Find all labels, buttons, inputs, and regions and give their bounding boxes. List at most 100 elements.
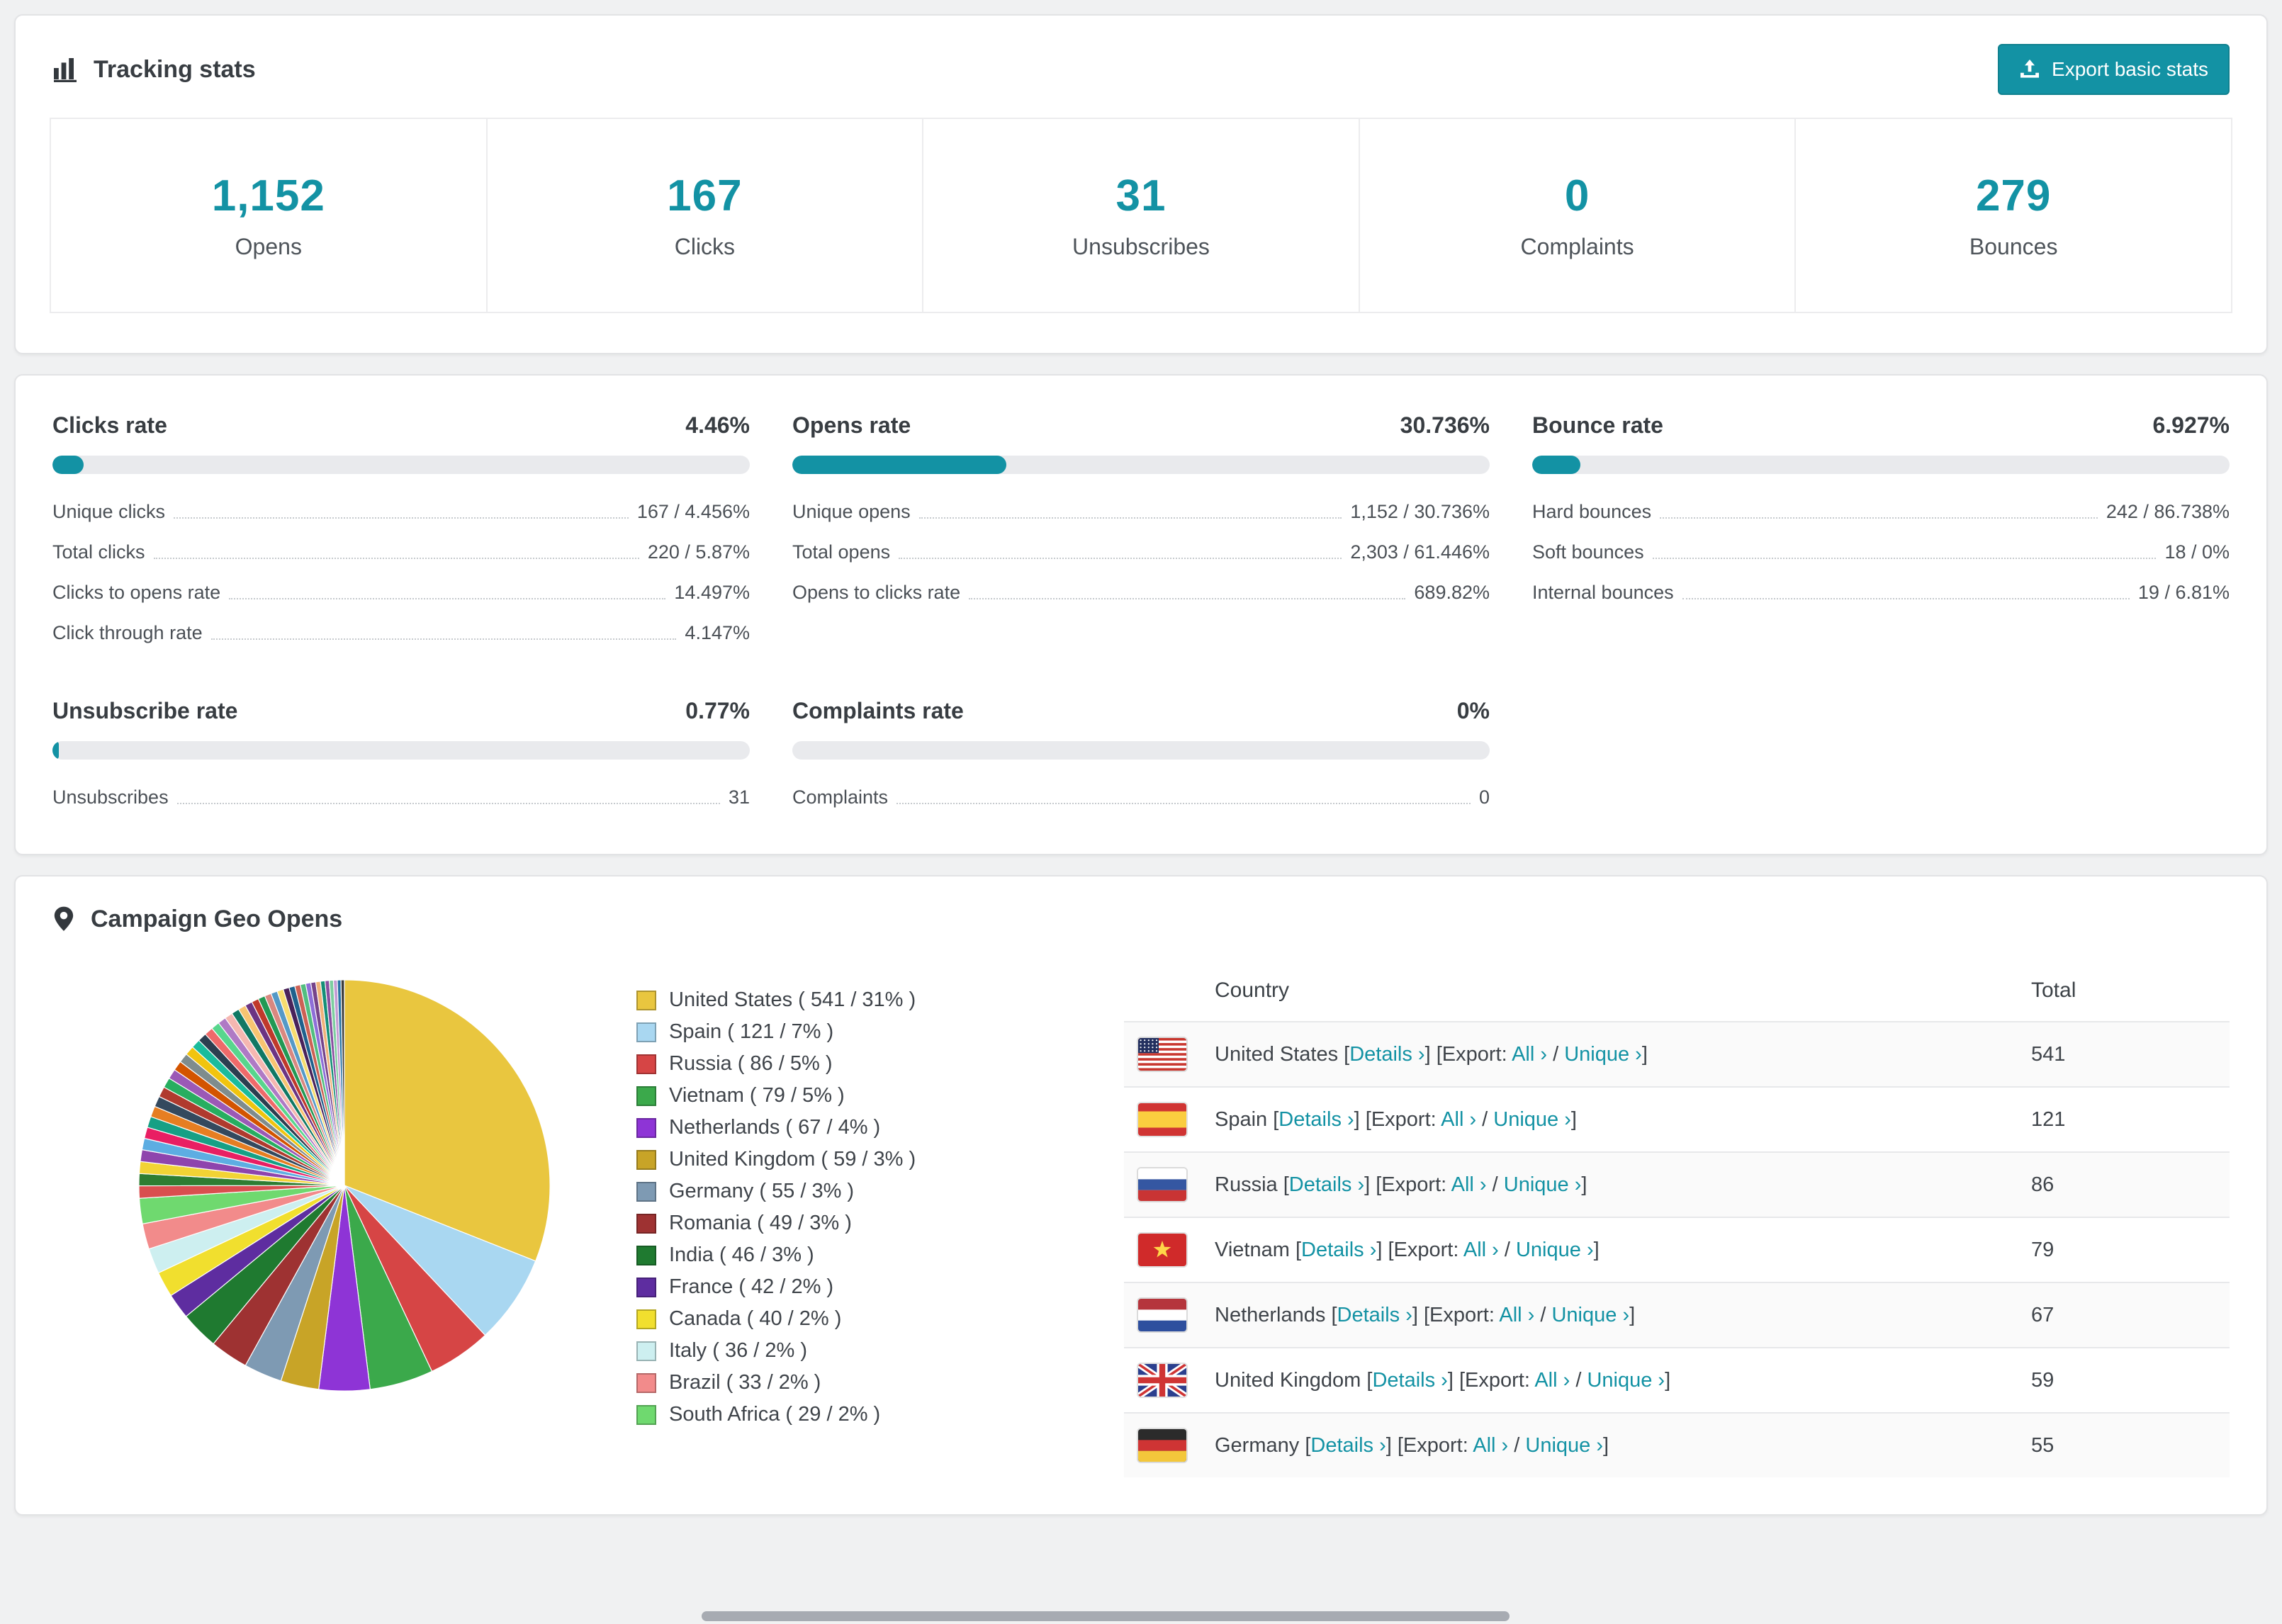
tracking-stats-title: Tracking stats [52, 56, 256, 84]
details-link[interactable]: Details › [1310, 1434, 1386, 1457]
bracket: ] [1570, 1107, 1577, 1131]
bracket: ] [Export: [1424, 1042, 1512, 1066]
country-column-header: Country [1215, 979, 1290, 1002]
geo-content: United States ( 541 / 31% ) Spain ( 121 … [16, 953, 2266, 1514]
country-total: 67 [2017, 1282, 2230, 1348]
dotted-leader [153, 558, 639, 559]
legend-item-romania: Romania ( 49 / 3% ) [636, 1207, 1124, 1239]
stat-label: Bounces [1969, 234, 2058, 259]
details-link[interactable]: Details › [1301, 1239, 1376, 1261]
details-link[interactable]: Details › [1278, 1108, 1354, 1131]
legend-swatch [636, 1149, 656, 1170]
stat-value: 279 [1975, 171, 2052, 220]
country-cell: United States [Details ›] [Export: All ›… [1201, 1021, 2017, 1087]
geo-table: Country Total United States [Details ›] … [1124, 956, 2230, 1477]
geo-title-text: Campaign Geo Opens [91, 905, 343, 932]
export-all-link[interactable]: All › [1534, 1369, 1570, 1392]
flag-column-header [1124, 959, 1201, 1022]
geo-legend: United States ( 541 / 31% ) Spain ( 121 … [636, 956, 1124, 1431]
export-all-link[interactable]: All › [1441, 1108, 1476, 1131]
flag-cell [1124, 1282, 1201, 1348]
rate-stat-value: 4.147% [685, 622, 750, 643]
legend-swatch [636, 1117, 656, 1138]
rate-stat-row: Total opens 2,303 / 61.446% [792, 531, 1490, 572]
separator: / [1486, 1173, 1504, 1196]
details-link[interactable]: Details › [1372, 1369, 1447, 1392]
legend-label: Italy ( 36 / 2% ) [669, 1339, 808, 1362]
stat-box-complaints: 0 Complaints [1358, 118, 1797, 313]
legend-label: India ( 46 / 3% ) [669, 1244, 814, 1266]
separator: / [1498, 1238, 1516, 1261]
horizontal-scrollbar[interactable] [702, 1611, 1510, 1621]
rate-stat-row: Click through rate 4.147% [52, 612, 750, 653]
legend-swatch [636, 1309, 656, 1329]
export-all-link[interactable]: All › [1473, 1434, 1508, 1457]
country-cell: Netherlands [Details ›] [Export: All › /… [1201, 1282, 2017, 1348]
rate-stat-label: Clicks to opens rate [52, 582, 221, 603]
export-unique-link[interactable]: Unique › [1564, 1043, 1642, 1066]
legend-label: Canada ( 40 / 2% ) [669, 1307, 842, 1330]
flag-us-icon [1138, 1038, 1186, 1071]
rate-stat-label: Click through rate [52, 622, 203, 643]
country-name: Germany [1215, 1433, 1300, 1457]
flag-cell [1124, 1412, 1201, 1477]
export-unique-link[interactable]: Unique › [1493, 1108, 1571, 1131]
bracket: ] [Export: [1364, 1173, 1451, 1196]
rate-stat-row: Unique opens 1,152 / 30.736% [792, 491, 1490, 531]
rate-block-opens-rate: Opens rate 30.736% Unique opens 1,152 / … [792, 412, 1490, 653]
legend-swatch [636, 1245, 656, 1265]
export-unique-link[interactable]: Unique › [1587, 1369, 1665, 1392]
rate-percent: 30.736% [1400, 412, 1490, 438]
flag-cell [1124, 1086, 1201, 1152]
rate-head: Unsubscribe rate 0.77% [52, 698, 750, 724]
export-basic-stats-button[interactable]: Export basic stats [1998, 44, 2230, 95]
export-all-link[interactable]: All › [1463, 1239, 1499, 1261]
details-link[interactable]: Details › [1289, 1173, 1364, 1196]
export-unique-link[interactable]: Unique › [1551, 1304, 1629, 1326]
geo-table-row-germany: Germany [Details ›] [Export: All › / Uni… [1124, 1412, 2230, 1477]
legend-label: United States ( 541 / 31% ) [669, 988, 916, 1011]
export-unique-link[interactable]: Unique › [1516, 1239, 1594, 1261]
geo-title: Campaign Geo Opens [52, 905, 342, 933]
export-unique-link[interactable]: Unique › [1525, 1434, 1603, 1457]
rate-stat-row: Opens to clicks rate 689.82% [792, 572, 1490, 612]
stat-box-clicks: 167 Clicks [485, 118, 924, 313]
rate-percent: 4.46% [685, 412, 750, 438]
rate-stat-label: Unique opens [792, 501, 911, 522]
export-all-link[interactable]: All › [1451, 1173, 1487, 1196]
legend-swatch [636, 1372, 656, 1393]
geo-table-row-russia: Russia [Details ›] [Export: All › / Uniq… [1124, 1151, 2230, 1217]
bracket: ] [Export: [1412, 1303, 1500, 1326]
flag-cell [1124, 1151, 1201, 1217]
legend-swatch [636, 1404, 656, 1425]
geo-table-row-spain: Spain [Details ›] [Export: All › / Uniqu… [1124, 1086, 2230, 1152]
page: Tracking stats Export basic stats 1,152 … [0, 0, 2282, 1624]
bracket: ] [1629, 1303, 1636, 1326]
rate-rows: Unique opens 1,152 / 30.736% Total opens… [792, 491, 1490, 612]
details-link[interactable]: Details › [1349, 1043, 1424, 1066]
export-all-link[interactable]: All › [1512, 1043, 1547, 1066]
legend-swatch [636, 1341, 656, 1361]
rate-stat-value: 2,303 / 61.446% [1350, 541, 1490, 563]
rate-stat-value: 220 / 5.87% [647, 541, 750, 563]
tracking-stats-row: 1,152 Opens 167 Clicks 31 Unsubscribes 0… [50, 118, 2232, 313]
export-all-link[interactable]: All › [1499, 1304, 1534, 1326]
country-total: 79 [2017, 1217, 2230, 1282]
rate-stat-row: Internal bounces 19 / 6.81% [1532, 572, 2230, 612]
export-unique-link[interactable]: Unique › [1504, 1173, 1582, 1196]
rate-stat-value: 689.82% [1414, 582, 1490, 603]
geo-table-row-netherlands: Netherlands [Details ›] [Export: All › /… [1124, 1282, 2230, 1348]
geo-table-row-vietnam: Vietnam [Details ›] [Export: All › / Uni… [1124, 1217, 2230, 1282]
rate-head: Opens rate 30.736% [792, 412, 1490, 439]
bracket: [ [1295, 1238, 1301, 1261]
details-link[interactable]: Details › [1337, 1304, 1412, 1326]
stat-label: Opens [235, 234, 302, 259]
bracket: ] [1593, 1238, 1600, 1261]
rates-grid: Clicks rate 4.46% Unique clicks 167 / 4.… [16, 376, 2266, 854]
flag-ru-icon [1138, 1168, 1186, 1201]
rate-percent: 0.77% [685, 698, 750, 723]
stat-label: Complaints [1520, 234, 1634, 259]
rate-block-bounce-rate: Bounce rate 6.927% Hard bounces 242 / 86… [1532, 412, 2230, 653]
legend-label: Vietnam ( 79 / 5% ) [669, 1084, 845, 1107]
legend-label: Romania ( 49 / 3% ) [669, 1212, 852, 1234]
